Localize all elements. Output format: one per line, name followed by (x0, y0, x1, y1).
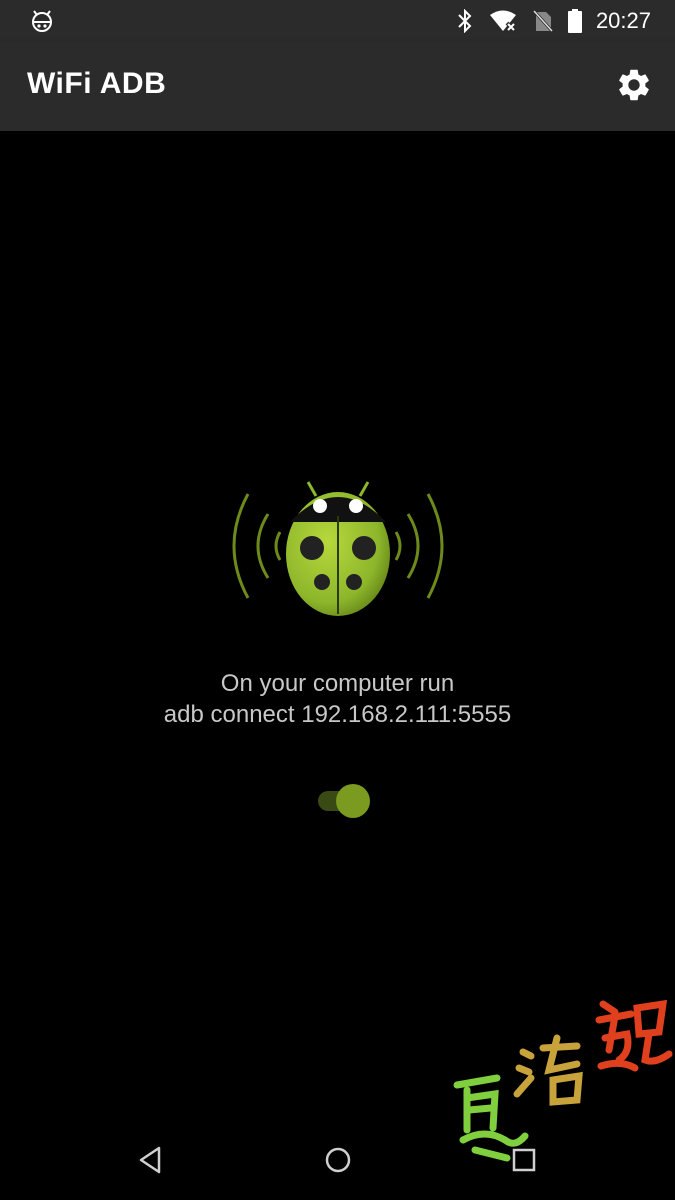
adb-connect-command: adb connect 192.168.2.111:5555 (163, 701, 512, 728)
clock: 20:27 (595, 8, 651, 33)
home-icon[interactable] (318, 1140, 358, 1180)
instruction-line-1: On your computer run (220, 670, 455, 697)
status-bar: 20:27 (0, 0, 675, 42)
bluetooth-icon (458, 9, 472, 33)
instruction-text: On your computer run adb connect 192.168… (0, 668, 675, 730)
wifi-off-icon (489, 10, 517, 33)
wifi-waves-right (394, 493, 444, 599)
adb-toggle-switch[interactable] (316, 783, 374, 819)
back-icon[interactable] (131, 1140, 171, 1180)
app-bar: WiFi ADB (0, 42, 675, 131)
app-title: WiFi ADB (27, 67, 167, 100)
bug-notification-icon (32, 10, 52, 32)
no-sim-icon (532, 9, 554, 33)
battery-icon (567, 9, 582, 33)
gear-icon[interactable] (615, 66, 653, 104)
watermark-char-2 (513, 1034, 583, 1106)
watermark-char-3 (595, 999, 673, 1072)
wifi-waves-left (232, 493, 282, 599)
navigation-bar (0, 1120, 675, 1200)
toggle-thumb (336, 784, 370, 818)
recents-icon[interactable] (504, 1140, 544, 1180)
ladybug-wifi-logo (232, 481, 444, 616)
